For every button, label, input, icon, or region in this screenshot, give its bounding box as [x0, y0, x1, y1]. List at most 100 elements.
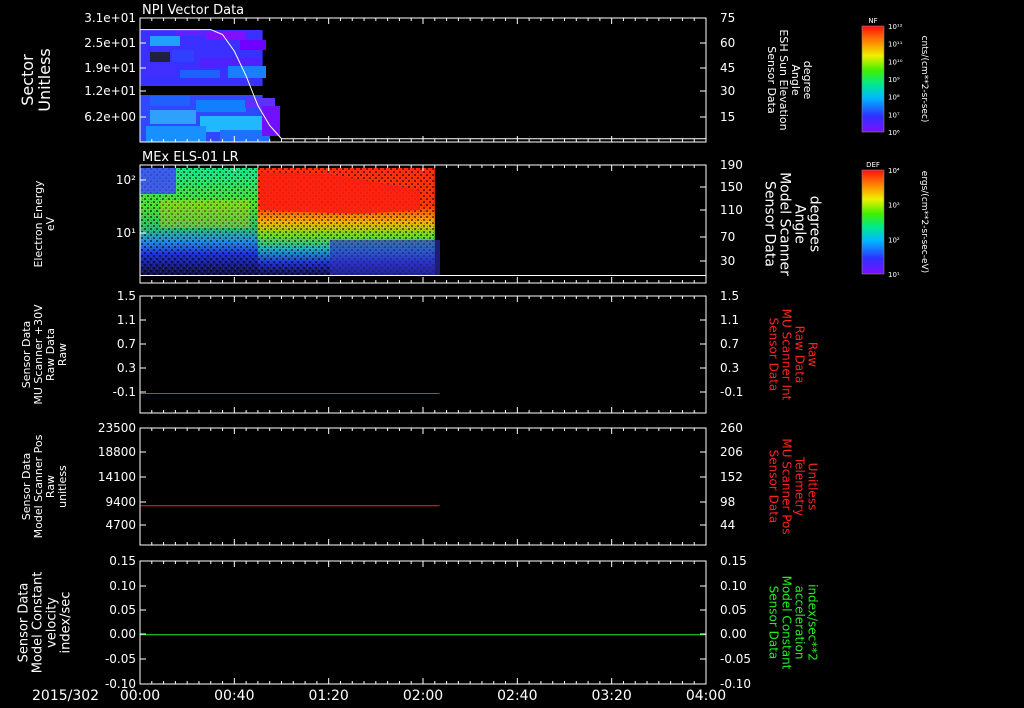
plot-canvas: 3.1e+01 2.5e+01 1.9e+01 1.2e+01 6.2e+00 75 60 4…	[17, 3, 929, 704]
panel3-left-axis-label: Raw	[56, 343, 69, 366]
colorbar-2-unit: ergs/(cm**2-sr-sec-eV)	[919, 171, 929, 273]
panel5-frame	[139, 560, 707, 685]
panel1-right-axis-label: degree	[801, 61, 814, 100]
panel4-right-tick-label: 152	[720, 470, 743, 484]
colorbar-1-tick-label: 10⁶	[888, 129, 900, 137]
panel1-right-tick-label: 45	[720, 61, 735, 75]
panel3-right-tick-label: 0.3	[720, 361, 739, 375]
colorbar-2	[861, 169, 885, 275]
panel4-left-tick-label: 14100	[98, 470, 136, 484]
time-tick-label: 00:40	[214, 688, 254, 704]
panel1-left-axis-label: Unitless	[35, 48, 54, 112]
panel1-right-tick-label: 30	[720, 84, 735, 98]
panel1-left-tick-label: 3.1e+01	[84, 11, 136, 25]
els-cell-a	[140, 168, 176, 194]
panel4-left-axis-label: unitless	[56, 465, 69, 508]
panel1-right-axis-label: Angle	[789, 64, 802, 96]
colorbar-1-tick-label: 10⁹	[888, 76, 900, 84]
time-tick-label: 01:20	[308, 688, 348, 704]
panel4-right-tick-label: 98	[720, 495, 735, 509]
panel1-right-tick-label: 60	[720, 36, 735, 50]
panel4-right-axis-label: Telemetry	[792, 456, 806, 516]
panel3-right-axis-label: MU Scanner Int	[779, 309, 793, 401]
panel2-right-axis-label: Model Scanner	[777, 172, 793, 276]
colorbar-2-tick-label: 10¹	[888, 271, 900, 279]
npi-cell-6	[240, 40, 266, 50]
npi-cell-11	[196, 100, 246, 112]
panel5-left-axis-label: velocity	[45, 597, 60, 648]
panel3-right-axis-label: Raw	[805, 342, 819, 367]
npi-cell-10	[150, 96, 190, 106]
panel3-left-tick-label: 0.3	[117, 361, 136, 375]
colorbar-1-tick-label: 10¹²	[888, 23, 903, 31]
panel5-left-tick-label: 0.00	[109, 627, 136, 641]
panel5-right-tick-label: 0.00	[720, 627, 747, 641]
panel4-right-axis-label: Unitless	[805, 463, 819, 511]
panel4-frame	[139, 427, 707, 546]
panel5-right-tick-label: -0.05	[720, 652, 751, 666]
npi-cell-0	[150, 36, 180, 46]
time-tick-label: 02:00	[403, 688, 443, 704]
panel1-right-axis-label: Sensor Data	[765, 46, 778, 113]
npi-cell-1	[176, 30, 204, 36]
panel1-left-tick-label: 6.2e+00	[84, 110, 136, 124]
panel3-right-tick-label: 1.1	[720, 313, 739, 327]
colorbar-1-tick-label: 10⁷	[888, 111, 900, 119]
els-cell-c	[330, 240, 440, 276]
panel5-left-axis-label: Sensor Data	[17, 583, 32, 663]
colorbar-1-tag: NF	[868, 17, 877, 25]
time-tick-label: 04:00	[686, 688, 726, 704]
panel3-left-tick-label: 1.5	[117, 289, 136, 303]
panel1-right-tick-label: 75	[720, 11, 735, 25]
panel2-left-tick-label: 10¹	[116, 226, 136, 240]
panel5-right-axis-label: index/sec**2	[805, 584, 819, 661]
panel5-left-axis-label: index/sec	[59, 592, 74, 654]
panel2-right-tick-label: 150	[720, 180, 743, 194]
panel1-left-tick-label: 1.2e+01	[84, 84, 136, 98]
colorbar-2-tick-label: 10⁴	[888, 167, 900, 175]
panel5-right-axis-label: Sensor Data	[766, 586, 780, 660]
colorbar-2-tag: DEF	[866, 161, 880, 169]
panel5-left-tick-label: 0.10	[109, 579, 136, 593]
panel5-right-axis-label: acceleration	[792, 586, 806, 660]
colorbar-1	[861, 25, 885, 133]
panel2-right-axis-label: Angle	[792, 204, 808, 244]
panel2-right-axis-label: degrees	[807, 196, 823, 252]
panel4-left-tick-label: 18800	[98, 445, 136, 459]
panel2-right-tick-label: 70	[720, 230, 735, 244]
panel1-right-tick-label: 15	[720, 110, 735, 124]
colorbar-2-tick-label: 10³	[888, 202, 900, 210]
panel4-right-tick-label: 260	[720, 421, 743, 435]
npi-cell-9	[228, 66, 266, 78]
npi-cell-12	[150, 110, 196, 124]
panel5-right-axis-label: Model Constant	[779, 576, 793, 670]
npi-cell-3	[150, 52, 170, 62]
panel4-right-axis-label: MU Scanner Pos	[779, 438, 793, 534]
panel5-left-tick-label: -0.05	[105, 652, 136, 666]
panel2-right-axis-label: Sensor Data	[762, 181, 778, 267]
time-tick-label: 00:00	[120, 688, 160, 704]
panel5-left-axis-label: Model Constant	[31, 572, 46, 674]
date-label: 2015/302	[32, 688, 99, 704]
npi-cell-17	[262, 106, 280, 136]
panel2-title: MEx ELS-01 LR	[142, 150, 239, 165]
panel2-right-tick-label: 190	[720, 158, 743, 172]
panel3-left-tick-label: 0.7	[117, 337, 136, 351]
time-tick-label: 03:20	[591, 688, 631, 704]
npi-cell-4	[172, 50, 194, 62]
panel2-right-tick-label: 30	[720, 254, 735, 268]
panel3-left-tick-label: 1.1	[117, 313, 136, 327]
panel5-right-tick-label: 0.05	[720, 603, 747, 617]
panel3-frame	[139, 295, 707, 414]
panel1-left-tick-label: 2.5e+01	[84, 36, 136, 50]
panel1-left-tick-label: 1.9e+01	[84, 61, 136, 75]
panel4-left-tick-label: 23500	[98, 421, 136, 435]
npi-cell-7	[145, 64, 175, 76]
panel5-right-tick-label: 0.15	[720, 554, 747, 568]
panel3-right-axis-label: Raw Data	[792, 326, 806, 384]
panel4-left-tick-label: 4700	[105, 518, 136, 532]
npi-cell-8	[180, 70, 220, 78]
panel3-right-tick-label: 1.5	[720, 289, 739, 303]
panel4-right-tick-label: 206	[720, 445, 743, 459]
panel3-right-tick-label: -0.1	[720, 385, 743, 399]
